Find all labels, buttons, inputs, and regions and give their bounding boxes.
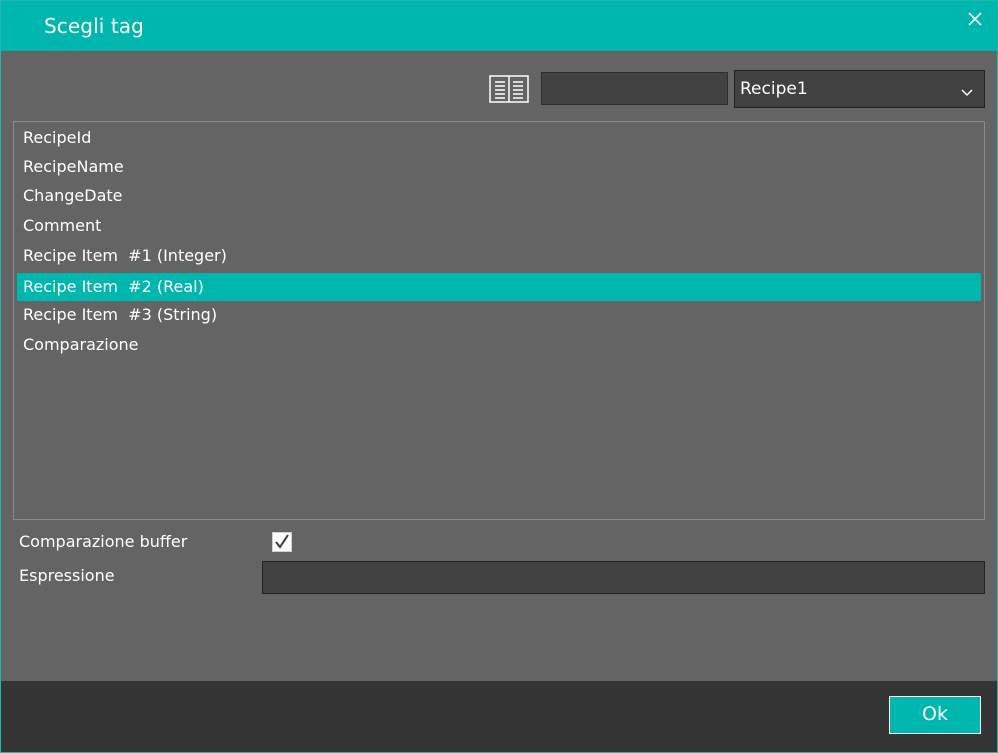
close-icon[interactable]: [963, 7, 987, 31]
tag-list-item[interactable]: RecipeId: [17, 124, 981, 152]
checkmark-icon: [275, 534, 289, 549]
tag-list-item[interactable]: RecipeName: [17, 153, 981, 181]
tag-list[interactable]: RecipeId RecipeName ChangeDate Comment R…: [13, 121, 985, 520]
recipe-select[interactable]: Recipe1: [734, 70, 985, 108]
buffer-compare-checkbox[interactable]: [272, 532, 292, 552]
tag-list-item[interactable]: Recipe Item #3 (String): [17, 301, 981, 329]
choose-tag-dialog: Scegli tag Recipe1 RecipeId RecipeName C…: [0, 0, 998, 753]
recipe-select-value: Recipe1: [740, 79, 808, 99]
buffer-compare-label: Comparazione buffer: [19, 532, 188, 551]
expression-label: Espressione: [19, 566, 115, 585]
tag-filter-input[interactable]: [541, 72, 728, 105]
tag-list-item[interactable]: Comparazione: [17, 331, 981, 359]
dialog-footer: [1, 681, 997, 752]
expression-input[interactable]: [262, 561, 985, 594]
tag-list-item[interactable]: ChangeDate: [17, 182, 981, 210]
chevron-down-icon: [960, 83, 974, 97]
tag-list-item[interactable]: Comment: [17, 212, 981, 240]
tag-list-item-selected[interactable]: Recipe Item #2 (Real): [17, 273, 981, 301]
dialog-titlebar: Scegli tag: [1, 1, 997, 51]
book-icon[interactable]: [489, 75, 529, 103]
dialog-title: Scegli tag: [44, 14, 144, 38]
tag-list-item[interactable]: Recipe Item #1 (Integer): [17, 242, 981, 270]
ok-button[interactable]: Ok: [889, 696, 981, 734]
